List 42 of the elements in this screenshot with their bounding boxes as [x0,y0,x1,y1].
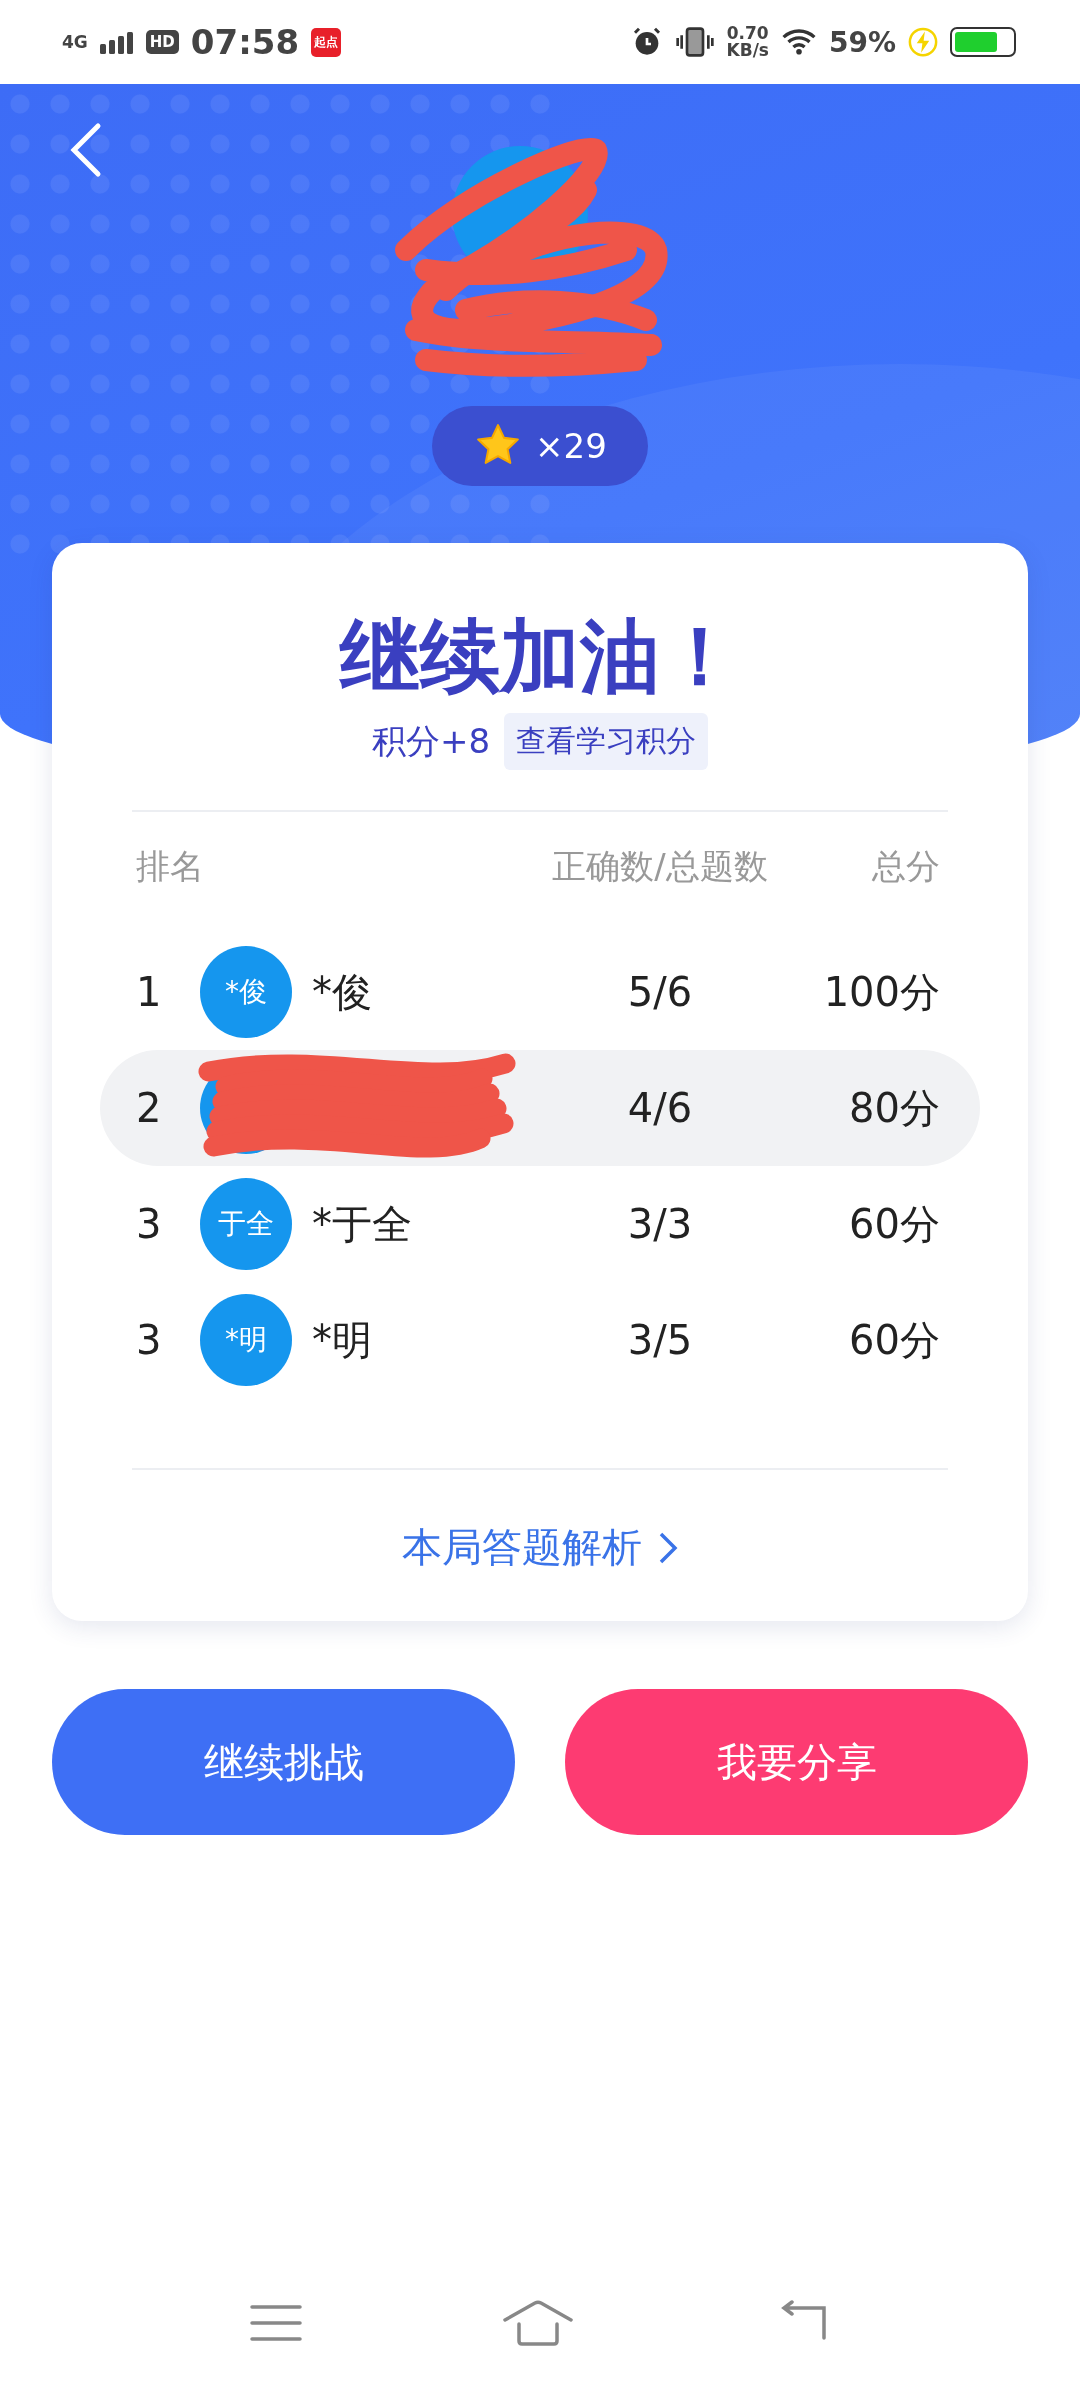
avatar: *俊 [200,946,292,1038]
chevron-right-icon [658,1530,678,1565]
column-header: 排名 [136,845,204,888]
continue-button[interactable]: 继续挑战 [52,1689,515,1835]
home-icon[interactable] [502,2300,574,2346]
menu-icon[interactable] [250,2303,302,2343]
correct-count: 4/6 [627,1085,693,1131]
total-score: 100分 [823,967,940,1017]
rank: 1 [136,969,162,1015]
total-score: 60分 [849,1199,940,1249]
points-earned: 积分+8 [371,719,491,763]
result-title: 继续加油！ [340,613,740,701]
rank: 2 [136,1085,162,1131]
clock: 07:58 [190,22,300,62]
answer-analysis-link[interactable]: 本局答题解析 [402,1520,678,1575]
avatar: *明 [200,1294,292,1386]
rank: 3 [136,1317,162,1363]
rank: 3 [136,1201,162,1247]
hd-indicator: HD [145,30,179,54]
correct-count: 3/5 [627,1317,693,1363]
battery-percent: 59% [828,25,896,59]
avatar: 于全 [200,1178,292,1270]
stars-count: ×29 [535,426,607,466]
correct-count: 3/3 [627,1201,693,1247]
vibrate-icon [674,26,715,58]
player-name: *于全 [312,1199,413,1249]
wifi-icon [780,28,817,56]
signal-icon [99,30,134,54]
player-name: *明 [312,1315,373,1365]
battery-icon [950,27,1016,57]
column-header: 总分 [872,845,940,888]
correct-count: 5/6 [627,969,693,1015]
network-type: 4G [62,32,88,52]
player-name: *俊 [312,967,373,1017]
view-points-link[interactable]: 查看学习积分 [504,713,709,770]
column-header: 正确数/总题数 [552,845,768,888]
total-score: 60分 [849,1315,940,1365]
network-speed: 0.70 [726,25,769,42]
share-button[interactable]: 我要分享 [565,1689,1028,1835]
total-score: 80分 [849,1083,940,1133]
app-notification-icon: 起点 [311,27,342,57]
speed-unit: KB/s [726,42,769,59]
